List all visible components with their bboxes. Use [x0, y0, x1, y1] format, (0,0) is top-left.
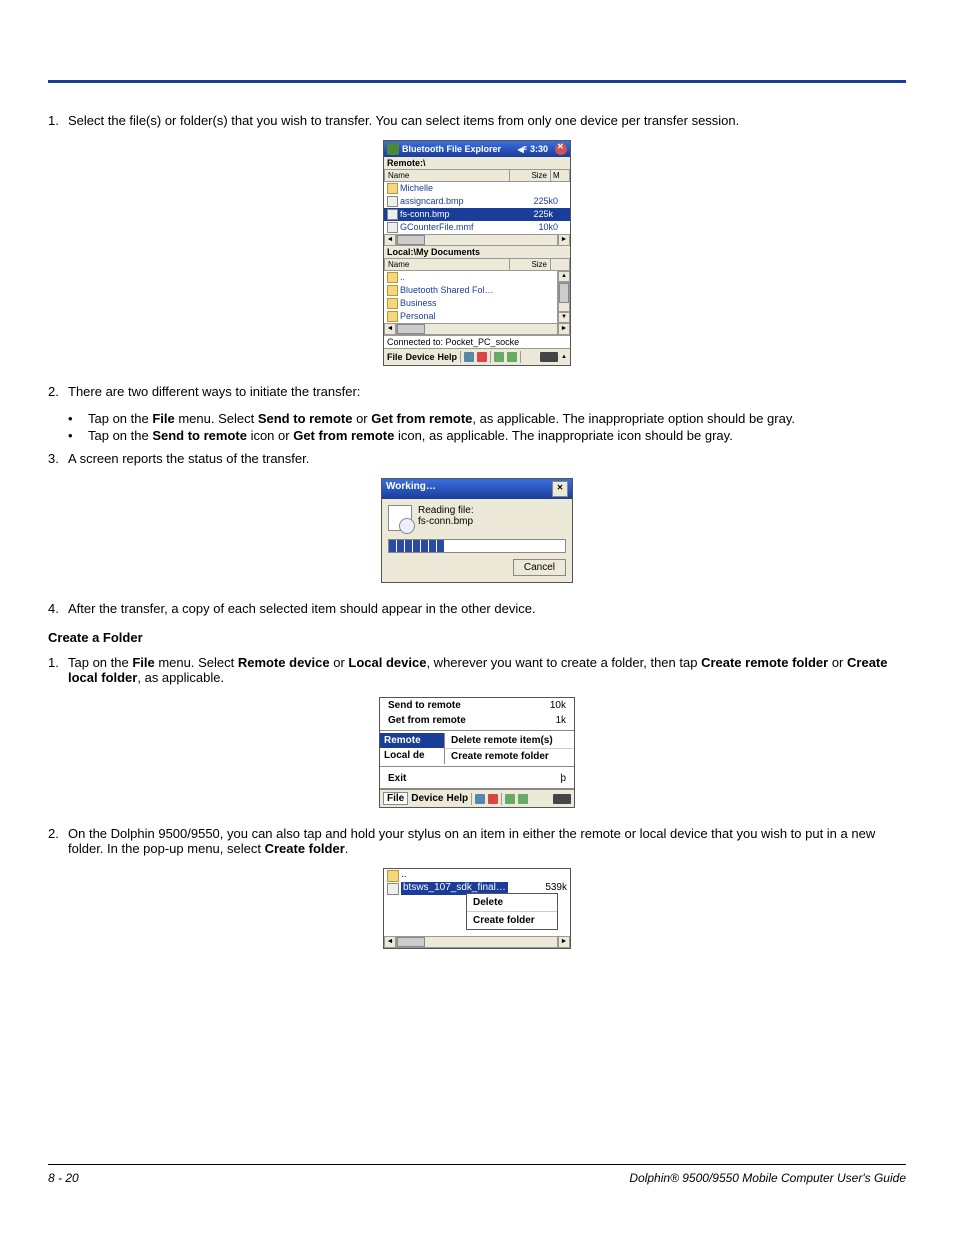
file-row[interactable]: ..: [384, 271, 558, 284]
file-row[interactable]: fs-conn.bmp225k0: [384, 208, 570, 221]
delete-icon[interactable]: [488, 794, 498, 804]
get-icon[interactable]: [507, 352, 517, 362]
bottom-menubar[interactable]: File Device Help ▲: [384, 348, 570, 365]
scroll-left-icon[interactable]: ◄: [384, 234, 396, 246]
menu-send-remote[interactable]: Send to remote10k: [380, 698, 574, 713]
delete-icon[interactable]: [477, 352, 487, 362]
screenshot-file-menu: Send to remote10k Get from remote1k Remo…: [379, 697, 575, 808]
local-path: Local:\My Documents: [384, 246, 570, 258]
local-hscroll[interactable]: ◄►: [384, 323, 570, 335]
local-file-list[interactable]: ..Bluetooth Shared Fol…BusinessPersonal: [384, 271, 570, 323]
footer-title: Dolphin® 9500/9550 Mobile Computer User'…: [629, 1171, 906, 1185]
send-icon[interactable]: [505, 794, 515, 804]
file-row[interactable]: Business: [384, 297, 558, 310]
local-vscroll[interactable]: ▲▼: [557, 271, 570, 323]
ctx-delete[interactable]: Delete: [467, 894, 557, 912]
clock: 3:30: [530, 144, 548, 154]
screenshot-working-dialog: Working… ✕ Reading file: fs-conn.bmp Can…: [381, 478, 573, 583]
file-row[interactable]: Personal: [384, 310, 558, 323]
reading-filename: fs-conn.bmp: [418, 516, 474, 527]
reading-label: Reading file:: [418, 505, 474, 516]
menu-create-remote[interactable]: Create remote folder: [445, 748, 574, 764]
step3-text: A screen reports the status of the trans…: [68, 451, 906, 466]
menu-remote[interactable]: Remote: [380, 733, 445, 748]
progress-bar: [388, 539, 566, 553]
keyboard-icon[interactable]: [540, 352, 558, 362]
file-row[interactable]: Bluetooth Shared Fol…: [384, 284, 558, 297]
menu-get-remote[interactable]: Get from remote1k: [380, 713, 574, 728]
step4-text: After the transfer, a copy of each selec…: [68, 601, 906, 616]
screenshot-file-explorer: Bluetooth File Explorer ◀ᴱ 3:30 Remote:\…: [383, 140, 571, 366]
get-icon[interactable]: [518, 794, 528, 804]
remote-file-list[interactable]: Michelleassigncard.bmp225k0fs-conn.bmp22…: [384, 182, 570, 234]
context-menu[interactable]: Delete Create folder: [466, 893, 558, 930]
file-row[interactable]: Michelle: [384, 182, 570, 195]
tree-icon[interactable]: [475, 794, 485, 804]
document-transfer-icon: [388, 505, 412, 531]
windows-icon: [387, 143, 399, 155]
speaker-icon: ◀ᴱ: [518, 145, 527, 154]
up-folder-row[interactable]: ..: [384, 869, 570, 882]
close-icon[interactable]: ✕: [552, 481, 568, 497]
hscroll[interactable]: ◄►: [384, 936, 570, 948]
page-number: 8 - 20: [48, 1171, 79, 1185]
menu-exit[interactable]: Exitþ: [380, 769, 574, 788]
keyboard-icon[interactable]: [553, 794, 571, 804]
file-icon: [387, 883, 399, 895]
tree-icon[interactable]: [464, 352, 474, 362]
menu-delete-remote[interactable]: Delete remote item(s): [445, 733, 574, 748]
menu-local[interactable]: Local de: [380, 748, 445, 764]
window-title: Bluetooth File Explorer: [402, 144, 501, 154]
dialog-title: Working…: [386, 481, 436, 497]
ctx-create-folder[interactable]: Create folder: [467, 912, 557, 929]
screenshot-context-menu: .. btsws_107_sdk_final… 539k Delete Crea…: [383, 868, 571, 949]
steps-list: 1. Select the file(s) or folder(s) that …: [48, 113, 906, 128]
page-footer: 8 - 20 Dolphin® 9500/9550 Mobile Compute…: [48, 1164, 906, 1185]
step2-intro: There are two different ways to initiate…: [68, 384, 360, 399]
step1-text: Select the file(s) or folder(s) that you…: [68, 113, 906, 128]
create-step2: On the Dolphin 9500/9550, you can also t…: [68, 826, 906, 856]
create-folder-heading: Create a Folder: [48, 630, 906, 645]
remote-path: Remote:\: [384, 157, 570, 169]
status-bar: Connected to: Pocket_PC_socke: [384, 335, 570, 348]
scroll-right-icon[interactable]: ►: [558, 234, 570, 246]
bottom-menubar[interactable]: File Device Help: [380, 788, 574, 807]
send-icon[interactable]: [494, 352, 504, 362]
folder-icon: [387, 870, 399, 882]
close-icon[interactable]: [555, 143, 567, 155]
file-row[interactable]: GCounterFile.mmf10k0: [384, 221, 570, 234]
step2-bullet2: Tap on the Send to remote icon or Get fr…: [88, 428, 906, 443]
remote-header: Name Size M: [384, 169, 570, 182]
create-step1: Tap on the File menu. Select Remote devi…: [68, 655, 906, 685]
step2-bullet1: Tap on the File menu. Select Send to rem…: [88, 411, 906, 426]
page-top-rule: [48, 80, 906, 83]
cancel-button[interactable]: Cancel: [513, 559, 566, 576]
file-row[interactable]: assigncard.bmp225k0: [384, 195, 570, 208]
list-number: 1.: [48, 113, 68, 128]
local-header: Name Size: [384, 258, 570, 271]
remote-hscroll[interactable]: ◄ ►: [384, 234, 570, 246]
